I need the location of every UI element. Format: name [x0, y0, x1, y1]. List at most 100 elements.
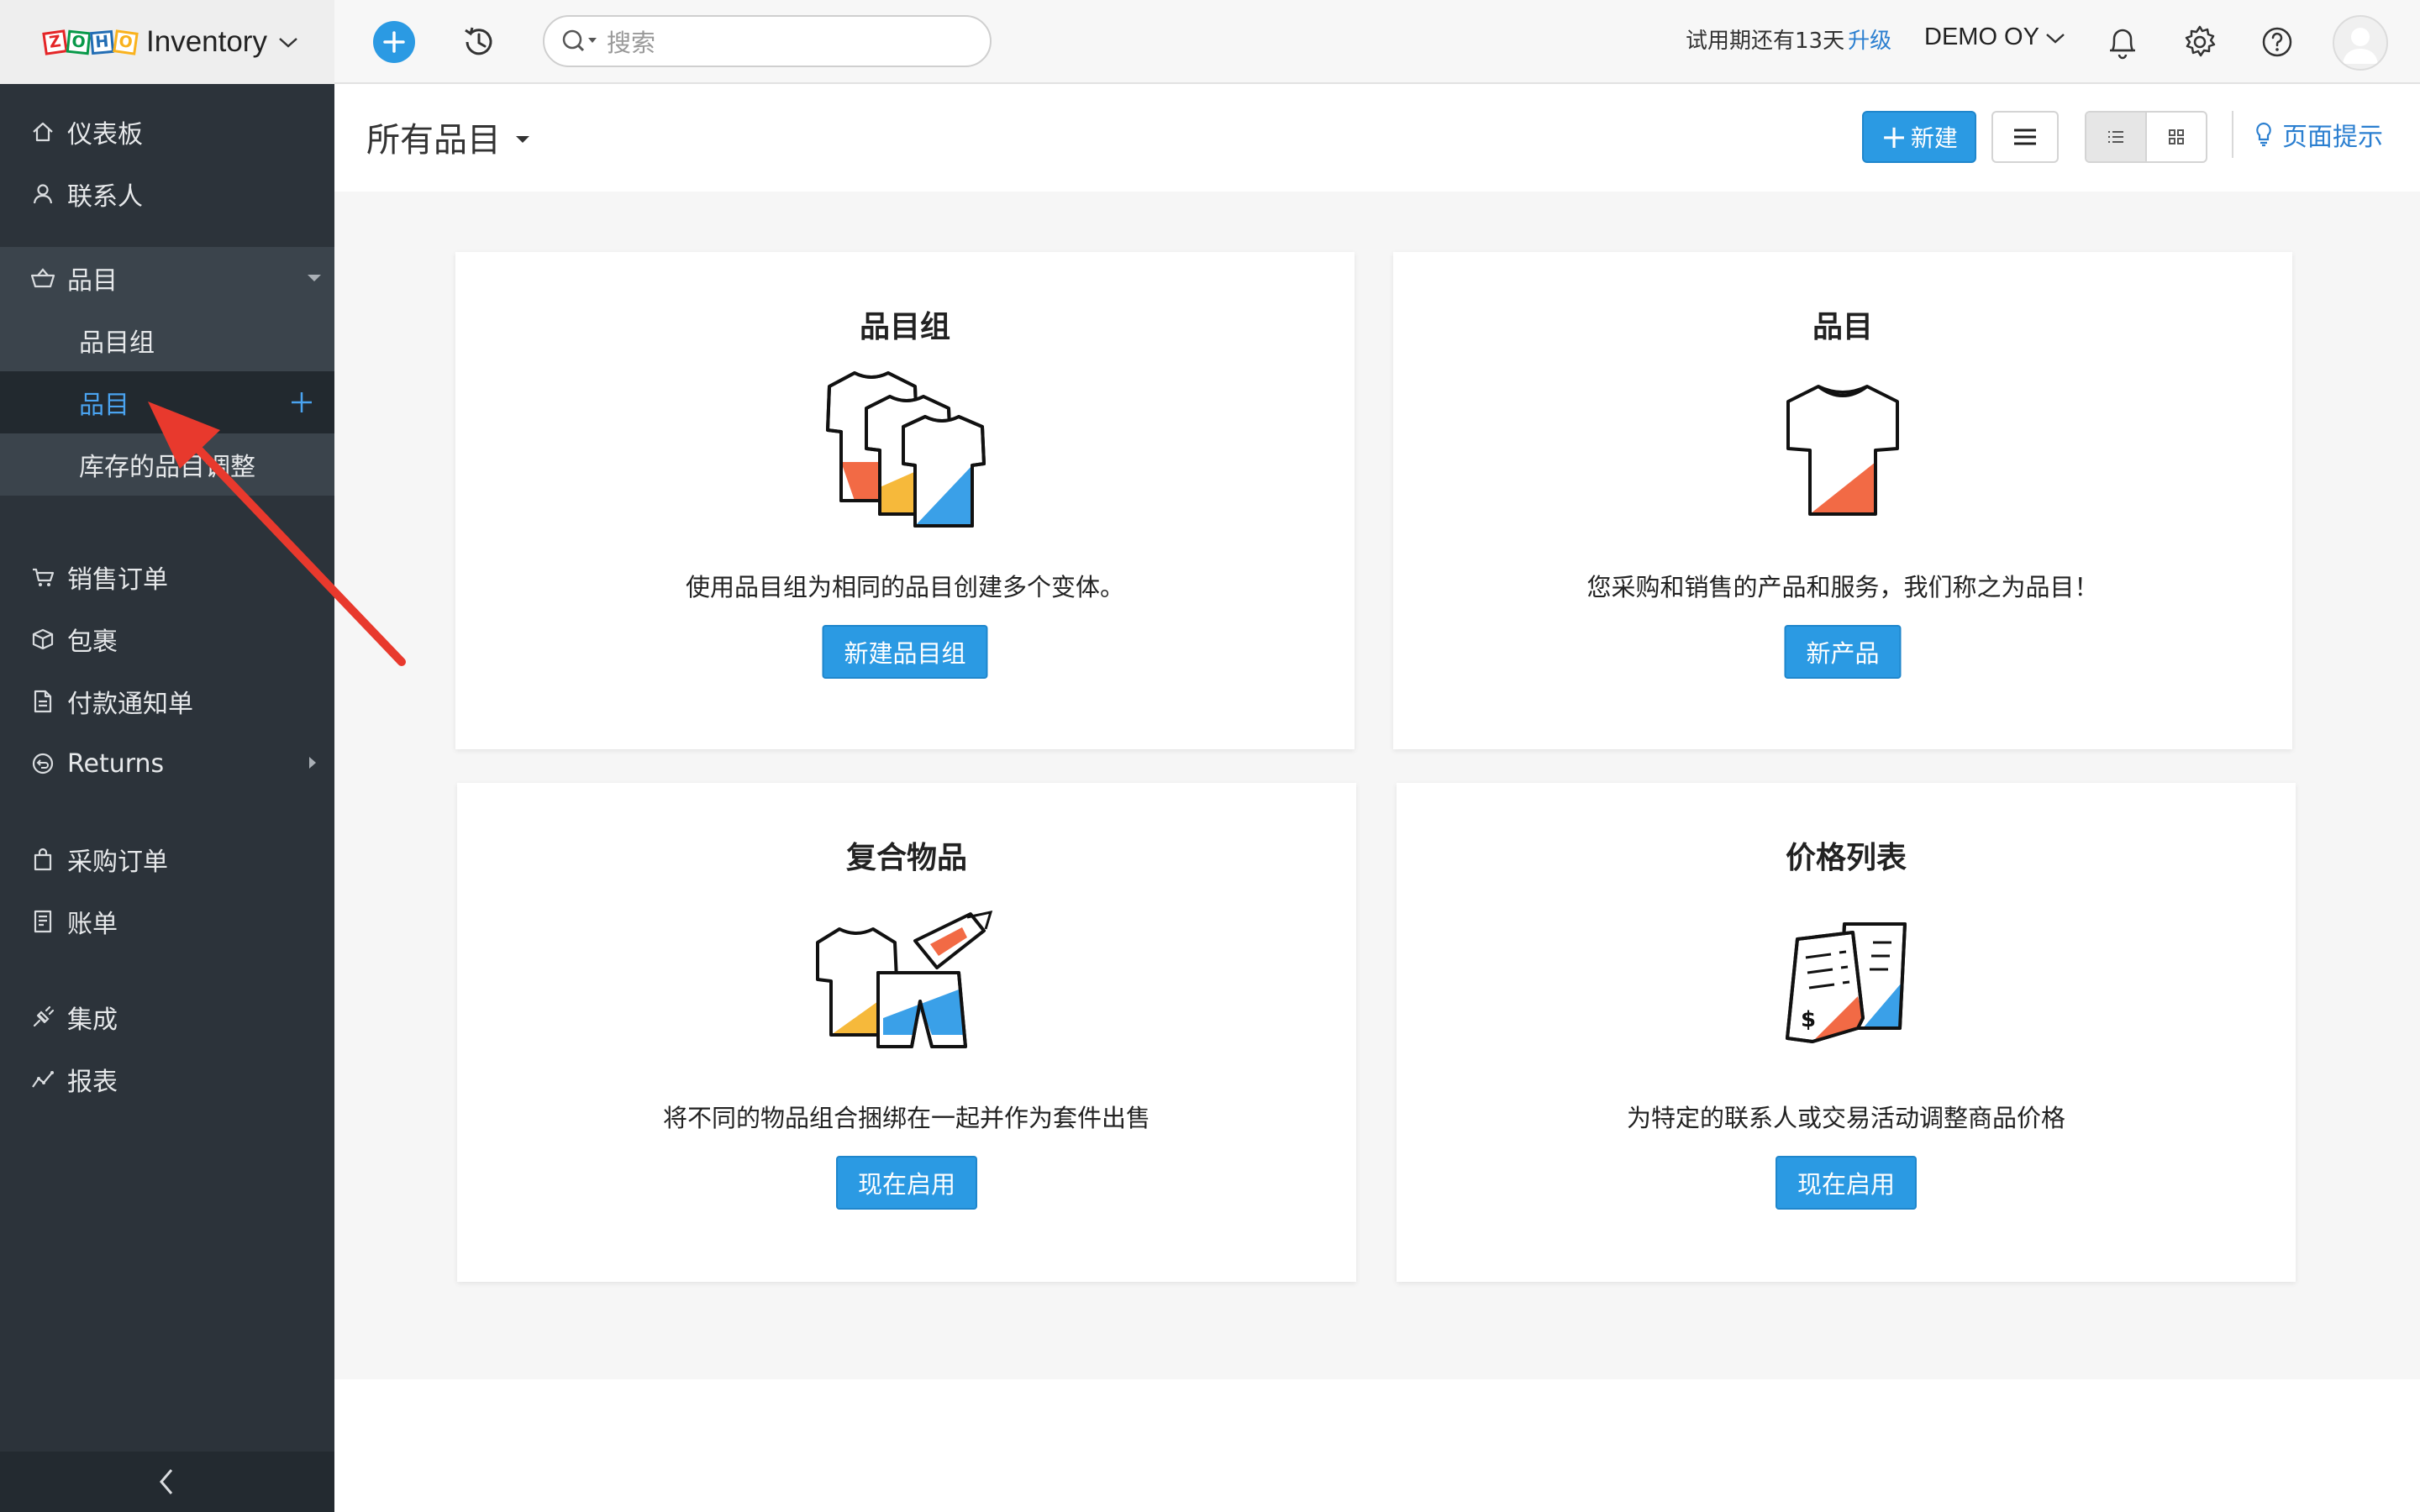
- settings-button[interactable]: [2180, 22, 2220, 62]
- new-item-button[interactable]: + 新建: [1862, 111, 1976, 163]
- card-description: 将不同的物品组合捆绑在一起并作为套件出售: [662, 1104, 1150, 1132]
- bell-icon: [2110, 29, 2135, 60]
- view-selector[interactable]: 所有品目: [366, 113, 529, 161]
- top-bar: Z O H O Inventory 搜索 试用期还有13天 升级 DEMO OY: [0, 0, 2420, 84]
- sidebar-item-integrations[interactable]: 集成: [0, 986, 334, 1048]
- collapse-sidebar-button[interactable]: [0, 1452, 334, 1512]
- sidebar-item-label: 采购订单: [67, 848, 168, 877]
- notifications-button[interactable]: [2102, 22, 2143, 62]
- card-title: 品目组: [859, 310, 950, 344]
- search-input[interactable]: 搜索: [607, 24, 655, 59]
- trial-text: 试用期还有13天: [1686, 29, 1845, 54]
- help-icon: [2262, 27, 2292, 57]
- document-icon: [30, 689, 55, 714]
- bill-icon: [30, 909, 55, 934]
- sidebar-item-label: Returns: [67, 748, 165, 779]
- sidebar-item-label: 联系人: [67, 182, 143, 212]
- recent-history-button[interactable]: [459, 22, 499, 62]
- sidebar-item-label: 销售订单: [67, 565, 168, 595]
- page-tips-link[interactable]: 页面提示: [2254, 116, 2383, 153]
- sidebar-item-bills[interactable]: 账单: [0, 890, 334, 953]
- help-button[interactable]: [2257, 22, 2297, 62]
- grid-view-button[interactable]: [2147, 113, 2206, 161]
- zoho-logo: Z O H O: [42, 25, 139, 59]
- integration-icon: [30, 1005, 55, 1030]
- new-button-label: 新建: [1910, 124, 1958, 152]
- logo-letter: Z: [42, 29, 68, 55]
- grid-view-icon: [2169, 129, 2184, 144]
- quick-create-button[interactable]: [373, 21, 415, 63]
- caret-down-icon: [516, 136, 529, 143]
- upgrade-link[interactable]: 升级: [1848, 29, 1891, 54]
- enable-price-lists-button[interactable]: 现在启用: [1775, 1156, 1918, 1210]
- new-product-button[interactable]: 新产品: [1784, 625, 1902, 679]
- list-view-button[interactable]: [2086, 113, 2147, 161]
- sidebar-item-contacts[interactable]: 联系人: [0, 163, 334, 225]
- home-icon: [30, 119, 55, 144]
- new-item-group-button[interactable]: 新建品目组: [822, 625, 988, 679]
- svg-text:$: $: [1801, 1007, 1816, 1032]
- search-icon[interactable]: [561, 29, 598, 54]
- sidebar-item-item-groups[interactable]: 品目组: [0, 309, 334, 371]
- chevron-down-icon: [279, 38, 297, 48]
- sidebar-item-label: 账单: [67, 910, 118, 939]
- card-title: 复合物品: [845, 841, 967, 875]
- view-toggle: [2085, 111, 2207, 163]
- page-tips-label: 页面提示: [2282, 123, 2383, 152]
- chevron-down-icon: [2046, 33, 2065, 44]
- logo-letter: H: [89, 29, 115, 55]
- add-item-plus-icon[interactable]: [287, 388, 316, 417]
- user-avatar-icon: [2343, 28, 2378, 64]
- chevron-left-icon: [160, 1469, 173, 1494]
- composite-items-card: 复合物品 将不同的物品组合捆绑在一起并作为套件出售 现在启用: [457, 783, 1356, 1282]
- sidebar-item-label: 报表: [67, 1068, 118, 1097]
- card-title: 价格列表: [1785, 841, 1907, 875]
- cart-icon: [30, 564, 55, 590]
- price-list-illustration-icon: $: [1786, 922, 1907, 1043]
- sidebar-item-purchase-orders[interactable]: 采购订单: [0, 828, 334, 890]
- outfit-bundle-illustration-icon: [816, 911, 993, 1048]
- price-lists-card: 价格列表 $ 为特定的联系人或交易活动调整商品价格 现在启用: [1397, 783, 2296, 1282]
- sidebar-item-packages[interactable]: 包裹: [0, 608, 334, 670]
- sidebar-item-inventory-adjustments[interactable]: 库存的品目调整: [0, 433, 334, 496]
- sidebar-item-label: 品目: [67, 266, 118, 296]
- sidebar-item-reports[interactable]: 报表: [0, 1048, 334, 1110]
- sidebar-item-payment-notices[interactable]: 付款通知单: [0, 670, 334, 732]
- logo-letter: O: [113, 29, 139, 55]
- card-description: 为特定的联系人或交易活动调整商品价格: [1626, 1104, 2065, 1132]
- caret-right-icon: [309, 757, 316, 769]
- search-box[interactable]: 搜索: [543, 15, 992, 67]
- enable-composite-items-button[interactable]: 现在启用: [835, 1156, 978, 1210]
- sidebar-item-dashboard[interactable]: 仪表板: [0, 101, 334, 163]
- lightbulb-icon: [2256, 122, 2271, 147]
- returns-icon: [30, 751, 55, 776]
- page-header: 所有品目 + 新建 页面提示: [334, 84, 2420, 192]
- item-groups-card: 品目组 使用品目组为相同的品目创建多个变体。 新建品目组: [455, 252, 1355, 749]
- shirt-group-illustration-icon: [826, 371, 986, 528]
- sidebar-item-label: 包裹: [67, 627, 118, 657]
- sidebar-item-label: 库存的品目调整: [79, 453, 255, 482]
- bag-icon: [30, 847, 55, 872]
- chart-icon: [30, 1067, 55, 1092]
- org-switcher[interactable]: DEMO OY: [1924, 24, 2066, 51]
- sidebar: 仪表板 联系人 品目 品目组 品目 库存的品目调整 销售订单 包裹 付款通知单 …: [0, 84, 334, 1512]
- card-title: 品目: [1812, 310, 1873, 344]
- app-switcher[interactable]: Z O H O Inventory: [0, 0, 334, 84]
- sidebar-item-returns[interactable]: Returns: [0, 732, 334, 795]
- sidebar-item-label: 付款通知单: [67, 690, 193, 719]
- caret-down-icon: [308, 275, 321, 281]
- sidebar-item-label: 品目: [79, 391, 129, 420]
- sidebar-item-items[interactable]: 品目: [0, 247, 334, 309]
- sidebar-item-label: 仪表板: [67, 120, 143, 150]
- plus-icon: +: [1881, 118, 1907, 155]
- content-area: 品目组 使用品目组为相同的品目创建多个变体。 新建品目组 品目 您采购和销售的产…: [334, 192, 2420, 1379]
- more-actions-button[interactable]: [1991, 111, 2059, 163]
- trial-notice: 试用期还有13天 升级: [1686, 24, 1891, 55]
- org-name: DEMO OY: [1924, 24, 2039, 50]
- avatar[interactable]: [2333, 15, 2388, 71]
- sidebar-item-sales-orders[interactable]: 销售订单: [0, 546, 334, 608]
- list-view-icon: [2108, 131, 2123, 143]
- user-icon: [30, 181, 55, 207]
- sidebar-item-items-list[interactable]: 品目: [0, 371, 334, 433]
- plus-icon: [383, 31, 405, 53]
